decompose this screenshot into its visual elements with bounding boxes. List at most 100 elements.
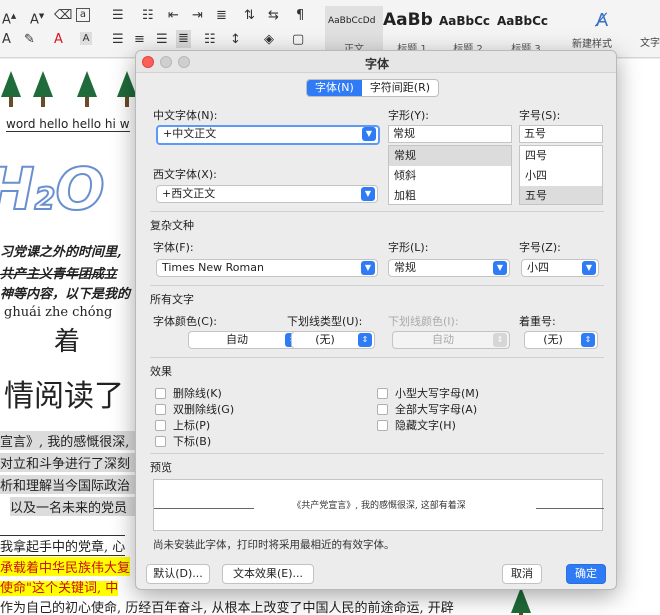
font-color-value: 自动	[226, 333, 248, 346]
western-font-select[interactable]: +西文正文 ▼	[156, 185, 378, 203]
font-size-down-icon[interactable]: A▼	[30, 8, 44, 28]
underline-color-value: 自动	[432, 333, 454, 346]
size-option[interactable]: 小四	[520, 166, 602, 186]
chinese-font-select[interactable]: +中文正文 ▼	[156, 125, 380, 145]
updown-arrows-icon: ⇕	[493, 333, 507, 347]
superscript-checkbox[interactable]: 上标(P)	[155, 417, 210, 433]
hidden-text-label: 隐藏文字(H)	[395, 419, 456, 432]
tree-icon	[1, 71, 21, 107]
complex-size-select[interactable]: 小四 ▼	[521, 259, 599, 277]
style-heading1[interactable]: AaBb 标题 1	[383, 6, 439, 54]
font-color-select[interactable]: 自动 ⇕	[188, 331, 302, 349]
style-option[interactable]: 加粗	[389, 186, 511, 204]
style-normal[interactable]: AaBbCcDd 正文	[325, 6, 383, 55]
style-input[interactable]: 常规	[388, 125, 512, 143]
subscript-checkbox[interactable]: 下标(B)	[155, 433, 211, 449]
tab-font[interactable]: 字体(N)	[307, 80, 362, 96]
text-label: 文字	[640, 38, 660, 49]
updown-arrows-icon: ⇕	[581, 333, 595, 347]
size-option[interactable]: 五号	[520, 186, 602, 204]
complex-style-select[interactable]: 常规 ▼	[388, 259, 510, 277]
doc-line: 宣言》, 我的感慨很深,	[0, 431, 135, 450]
divider	[150, 357, 604, 358]
style-heading1-sample: AaBb	[383, 10, 433, 30]
checkbox-box[interactable]	[155, 419, 166, 431]
bullet-list-icon[interactable]: ☰	[112, 8, 124, 24]
h2o-wordart: H2O	[0, 154, 106, 224]
font-size-up-icon[interactable]: A▲	[2, 8, 16, 28]
text-effects-button[interactable]: 文本效果(E)...	[222, 564, 314, 584]
checkbox-box[interactable]	[377, 387, 388, 399]
strikethrough-checkbox[interactable]: 删除线(K)	[155, 385, 222, 401]
font-color-icon[interactable]: A	[54, 32, 63, 48]
doc-line: 神等内容，以下是我的	[0, 287, 131, 302]
style-heading3[interactable]: AaBbCc 标题 3	[497, 6, 557, 55]
double-strikethrough-checkbox[interactable]: 双删除线(G)	[155, 401, 234, 417]
shading-icon[interactable]: ◈	[264, 32, 274, 48]
complex-font-label: 字体(F):	[153, 241, 194, 254]
doc-line: 我拿起手中的党章, 心	[0, 535, 126, 556]
dialog-titlebar: 字体	[136, 51, 616, 73]
tab-char-spacing[interactable]: 字符间距(R)	[362, 80, 438, 96]
align-center-icon[interactable]: ≡	[134, 32, 145, 48]
checkbox-box[interactable]	[155, 435, 166, 447]
clear-format-icon[interactable]: ⌫	[54, 8, 72, 24]
effects-section-title: 效果	[150, 365, 172, 378]
chevron-down-icon: ▼	[362, 127, 376, 141]
new-style-button[interactable]: A̸ 新建样式	[572, 10, 632, 50]
rtl-icon[interactable]: ⇆	[268, 8, 279, 24]
distributed-icon[interactable]: ☷	[204, 32, 216, 48]
preview-text: 《共产党宣言》, 我的感慨很深, 这部有着深	[292, 501, 466, 511]
chevron-down-icon: ▼	[493, 261, 507, 275]
sort-icon[interactable]: ⇅	[244, 8, 255, 24]
show-marks-icon[interactable]: ¶	[296, 8, 304, 24]
doc-highlight-span: 使命"这个关键词, 中	[0, 581, 119, 596]
multilevel-list-icon[interactable]: ≣	[216, 8, 227, 24]
western-font-value: +西文正文	[162, 187, 216, 200]
checkbox-box[interactable]	[155, 387, 166, 399]
small-caps-checkbox[interactable]: 小型大写字母(M)	[377, 385, 479, 401]
align-left-icon[interactable]: ☰	[112, 32, 124, 48]
doc-line: 以及一名未来的党员	[10, 497, 135, 516]
complex-font-select[interactable]: Times New Roman ▼	[156, 259, 378, 277]
emphasis-select[interactable]: (无) ⇕	[524, 331, 598, 349]
doc-line: word hello hello hi w	[6, 117, 130, 132]
style-option[interactable]: 倾斜	[389, 166, 511, 186]
ok-button[interactable]: 确定	[566, 564, 606, 584]
all-caps-checkbox[interactable]: 全部大写字母(A)	[377, 401, 477, 417]
borders-icon[interactable]: ▢	[292, 32, 304, 48]
char-shading-icon[interactable]: A	[80, 32, 92, 45]
underline-type-select[interactable]: (无) ⇕	[291, 331, 375, 349]
line-spacing-icon[interactable]: ↕	[230, 32, 241, 48]
size-listbox[interactable]: 四号 小四 五号	[519, 145, 603, 205]
char-border-icon[interactable]: a	[76, 8, 90, 22]
align-right-icon[interactable]: ☰	[156, 32, 168, 48]
font-effects-icon[interactable]: A	[2, 32, 11, 48]
style-option[interactable]: 常规	[389, 146, 511, 166]
size-input[interactable]: 五号	[519, 125, 603, 143]
style-listbox[interactable]: 常规 倾斜 加粗	[388, 145, 512, 205]
preview-section-title: 预览	[150, 461, 172, 474]
style-normal-sample: AaBbCcDd	[328, 16, 376, 26]
checkbox-box[interactable]	[377, 403, 388, 415]
numbered-list-icon[interactable]: ☷	[142, 8, 154, 24]
justify-icon[interactable]: ≣	[176, 30, 191, 48]
font-dialog: 字体 字体(N) 字符间距(R) 中文字体(N): +中文正文 ▼ 字形(Y):…	[135, 50, 617, 590]
new-style-label: 新建样式	[572, 39, 612, 50]
chinese-font-value: +中文正文	[163, 127, 217, 140]
highlight-icon[interactable]: ✎	[24, 32, 35, 48]
style-heading2[interactable]: AaBbCc 标题 2	[439, 6, 497, 55]
checkbox-box[interactable]	[155, 403, 166, 415]
chevron-down-icon: ▼	[361, 187, 375, 201]
emphasis-value: (无)	[543, 333, 563, 346]
underline-color-select[interactable]: 自动 ⇕	[392, 331, 510, 349]
size-option[interactable]: 四号	[520, 146, 602, 166]
decrease-indent-icon[interactable]: ⇤	[168, 8, 179, 24]
tree-icon	[33, 71, 53, 107]
hidden-text-checkbox[interactable]: 隐藏文字(H)	[377, 417, 456, 433]
increase-indent-icon[interactable]: ⇥	[192, 8, 203, 24]
default-button[interactable]: 默认(D)...	[146, 564, 210, 584]
checkbox-box[interactable]	[377, 419, 388, 431]
doc-line: 作为自己的初心使命, 历经百年奋斗, 从根本上改变了中国人民的前途命运, 开辟	[0, 601, 454, 615]
cancel-button[interactable]: 取消	[502, 564, 542, 584]
